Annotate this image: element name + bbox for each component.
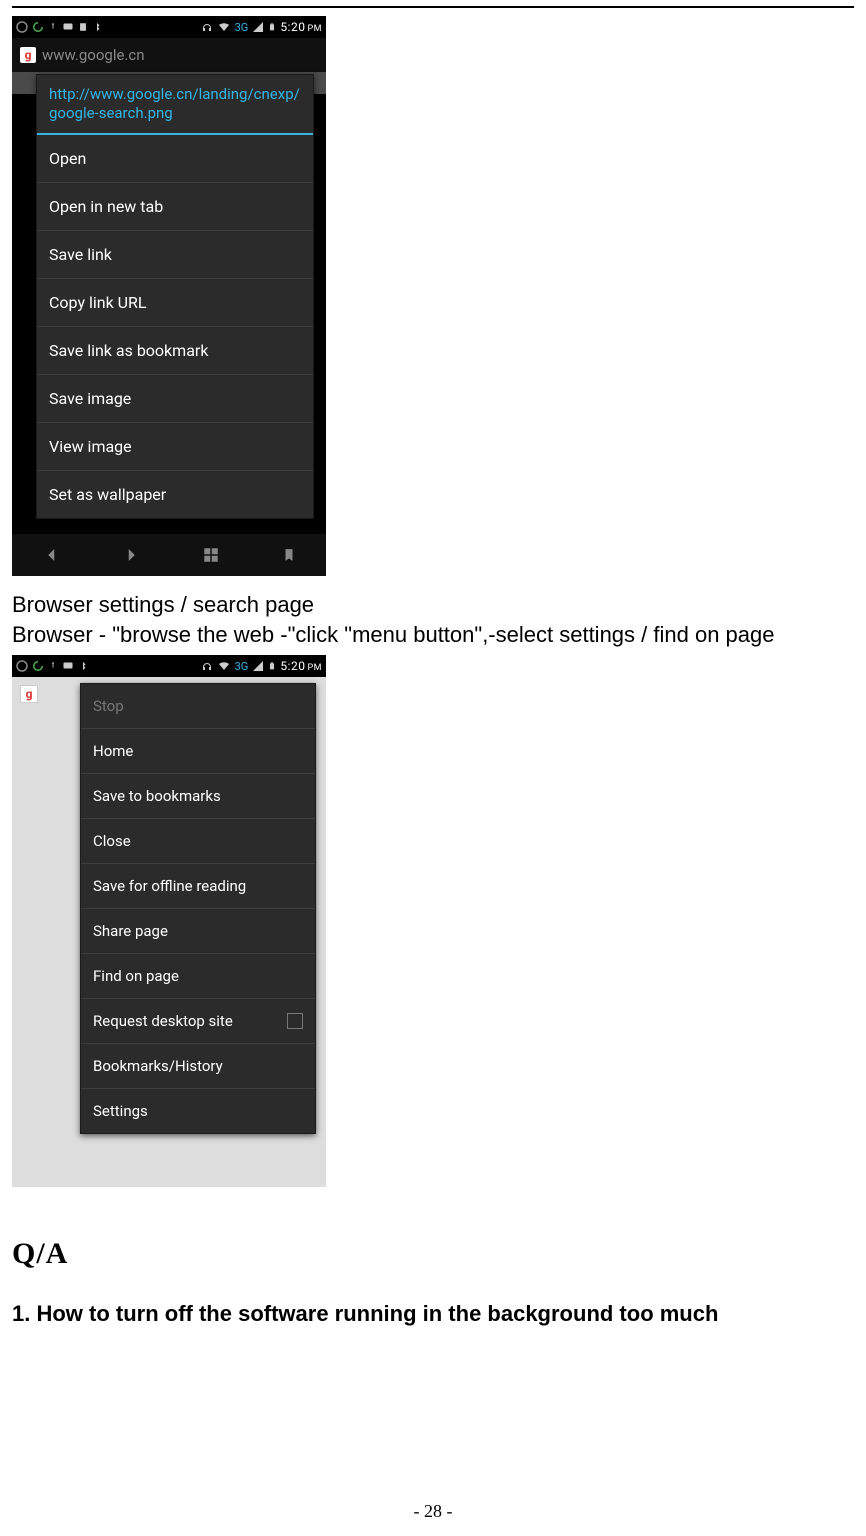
google-icon	[16, 21, 28, 33]
bbm-icon	[62, 660, 74, 672]
battery-icon	[268, 660, 276, 672]
page-number: - 28 -	[0, 1501, 866, 1522]
checkbox-icon[interactable]	[287, 1013, 303, 1029]
qa-heading: Q/A	[12, 1237, 854, 1271]
usb-icon	[48, 21, 58, 33]
wifi-icon	[217, 21, 231, 33]
screenshot-browser-menu: 3G 5:20PM g Stop Home Save to bookmarks …	[12, 655, 326, 1187]
menu-item-copy-link[interactable]: Copy link URL	[37, 279, 313, 327]
screenshot-context-menu: 3G 5:20PM g www.google.cn http://www.goo…	[12, 16, 326, 576]
status-bar: 3G 5:20PM	[12, 16, 326, 38]
context-menu-header: http://www.google.cn/landing/cnexp/googl…	[37, 75, 313, 135]
google-icon	[16, 660, 28, 672]
menu-item-share-page[interactable]: Share page	[81, 909, 315, 954]
bluetooth-icon	[78, 660, 88, 672]
browser-url-bar[interactable]: g www.google.cn	[12, 38, 326, 72]
qa-question-1: 1. How to turn off the software running …	[12, 1301, 854, 1327]
signal-icon	[252, 21, 264, 33]
status-time-2: 5:20PM	[280, 659, 322, 673]
headphone-icon	[201, 21, 213, 33]
signal-icon	[252, 660, 264, 672]
menu-item-view-image[interactable]: View image	[37, 423, 313, 471]
bluetooth-icon	[92, 21, 102, 33]
menu-item-label: Request desktop site	[93, 1012, 233, 1030]
status-time: 5:20PM	[280, 20, 322, 34]
menu-item-save-offline[interactable]: Save for offline reading	[81, 864, 315, 909]
sd-icon	[78, 21, 88, 33]
network-label-2: 3G	[235, 660, 249, 673]
tabs-icon[interactable]	[201, 546, 221, 564]
status-icons-left-2	[16, 660, 88, 672]
browser-overflow-menu: Stop Home Save to bookmarks Close Save f…	[80, 683, 316, 1134]
sync-icon	[32, 21, 44, 33]
link-context-menu: http://www.google.cn/landing/cnexp/googl…	[36, 74, 314, 519]
status-icons-right: 3G 5:20PM	[201, 20, 322, 34]
menu-item-save-image[interactable]: Save image	[37, 375, 313, 423]
menu-item-set-wallpaper[interactable]: Set as wallpaper	[37, 471, 313, 518]
url-text: www.google.cn	[42, 46, 145, 64]
menu-item-home[interactable]: Home	[81, 729, 315, 774]
headphone-icon	[201, 660, 213, 672]
menu-item-close[interactable]: Close	[81, 819, 315, 864]
network-label: 3G	[235, 21, 249, 34]
wifi-icon	[217, 660, 231, 672]
status-bar-2: 3G 5:20PM	[12, 655, 326, 677]
bbm-icon	[62, 21, 74, 33]
sync-icon	[32, 660, 44, 672]
forward-icon[interactable]	[122, 546, 140, 564]
menu-item-save-bookmark[interactable]: Save link as bookmark	[37, 327, 313, 375]
menu-item-request-desktop[interactable]: Request desktop site	[81, 999, 315, 1044]
menu-item-save-to-bookmarks[interactable]: Save to bookmarks	[81, 774, 315, 819]
menu-item-find-on-page[interactable]: Find on page	[81, 954, 315, 999]
favicon-icon: g	[20, 47, 36, 63]
status-icons-right-2: 3G 5:20PM	[201, 659, 322, 673]
menu-item-bookmarks-history[interactable]: Bookmarks/History	[81, 1044, 315, 1089]
favicon-icon-2: g	[20, 685, 38, 703]
usb-icon	[48, 660, 58, 672]
doc-paragraph-2: Browser - "browse the web -"click "menu …	[12, 620, 854, 650]
menu-item-open[interactable]: Open	[37, 135, 313, 183]
menu-item-settings[interactable]: Settings	[81, 1089, 315, 1133]
menu-item-save-link[interactable]: Save link	[37, 231, 313, 279]
browser-toolbar	[12, 534, 326, 576]
doc-paragraph-1: Browser settings / search page	[12, 590, 854, 620]
status-icons-left	[16, 21, 102, 33]
bookmark-icon[interactable]	[282, 546, 296, 564]
menu-item-open-new-tab[interactable]: Open in new tab	[37, 183, 313, 231]
browser-body: g Stop Home Save to bookmarks Close Save…	[12, 677, 326, 1187]
page-content: 3G 5:20PM g www.google.cn http://www.goo…	[0, 8, 866, 1327]
battery-icon	[268, 21, 276, 33]
back-icon[interactable]	[43, 546, 61, 564]
menu-item-stop: Stop	[81, 684, 315, 729]
